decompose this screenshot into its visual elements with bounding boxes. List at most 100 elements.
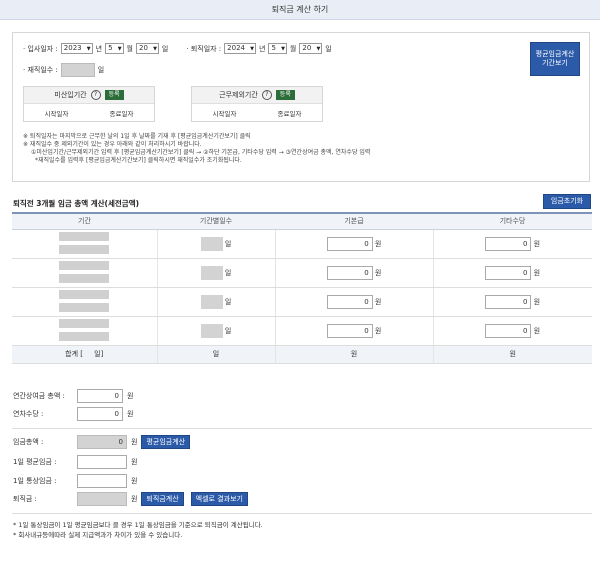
base-cell: 0 원 — [274, 229, 433, 259]
probation-start-label: 시작일자 — [44, 110, 69, 118]
days-cell: 일 — [156, 258, 275, 288]
exit-date-label: · 퇴직일자 : — [186, 44, 222, 53]
avg-wage-period-button[interactable]: 평균임금계산 기간보기 — [530, 42, 580, 76]
avg-wage-calc-button[interactable]: 평균임금계산 — [141, 435, 191, 449]
won-unit: 원 — [127, 410, 134, 418]
total-label: 합계 [ — [65, 350, 84, 358]
days-input[interactable] — [200, 323, 223, 338]
won-unit: 원 — [127, 392, 134, 400]
annual-leave-input[interactable]: 0 — [77, 407, 123, 421]
wage-total-label: 임금총액 : — [13, 438, 44, 446]
total-base-unit: 원 — [350, 350, 358, 358]
probation-columns: 시작일자 종료일자 — [24, 103, 154, 123]
day-unit: 일 — [161, 44, 169, 53]
table-header-row: 기간 기간별일수 기본급 기타수당 — [12, 212, 592, 230]
other-allowance-input[interactable]: 0 — [485, 265, 532, 280]
base-pay-input[interactable]: 0 — [326, 294, 373, 309]
other-cell: 0 원 — [432, 316, 592, 346]
help-icon[interactable]: ? — [261, 90, 272, 100]
month-unit: 월 — [126, 44, 133, 53]
redacted-date — [59, 231, 110, 241]
help-icon[interactable]: ? — [90, 90, 101, 100]
note-line: ※ 재직일수 중 제외기간이 있는 경우 아래와 같이 처리하시기 바랍니다. — [23, 141, 202, 148]
period-cell — [12, 316, 157, 346]
date-row: · 입사일자 : 2023 년 5 월 20 일 · 퇴직일자 : 2024 년… — [23, 43, 332, 54]
excel-result-button[interactable]: 엑셀로 결과보기 — [190, 492, 248, 506]
divider — [12, 428, 592, 429]
annual-leave-label: 연차수당 : — [13, 410, 44, 418]
base-cell: 0 원 — [274, 287, 433, 317]
wage-total-input[interactable]: 0 — [77, 435, 127, 449]
base-pay-input[interactable]: 0 — [326, 265, 373, 280]
excluded-title: 근무제외기간 — [219, 91, 258, 99]
page-header: 퇴직금 계산 하기 — [0, 0, 600, 20]
probation-header: 미산입기간 ? 등록 — [24, 87, 154, 103]
period-cell — [12, 258, 157, 288]
won-unit: 원 — [533, 297, 541, 306]
divider — [12, 513, 592, 514]
service-days-input[interactable] — [60, 63, 95, 77]
date-input-panel: · 입사일자 : 2023 년 5 월 20 일 · 퇴직일자 : 2024 년… — [12, 32, 590, 182]
daily-ordinary-input[interactable] — [77, 474, 127, 488]
other-allowance-input[interactable]: 0 — [485, 294, 532, 309]
footnote-line: * 회사내규등에따라 실제 지급액과가 차이가 있을 수 있습니다. — [13, 531, 183, 539]
total-row: 합계 [ 일] 일 원 원 — [12, 345, 592, 364]
other-allowance-input[interactable]: 0 — [485, 323, 532, 338]
probation-register-button[interactable]: 등록 — [104, 90, 124, 100]
total-other-cell: 원 — [432, 345, 592, 364]
col-header-other: 기타수당 — [433, 212, 592, 230]
entry-day-select[interactable]: 20 — [136, 43, 159, 54]
probation-end-label: 종료일자 — [109, 110, 134, 118]
other-cell: 0 원 — [432, 229, 592, 259]
total-days-cell: 일 — [156, 345, 275, 364]
redacted-date — [59, 244, 110, 254]
days-cell: 일 — [156, 316, 275, 346]
excluded-start-label: 시작일자 — [212, 110, 237, 118]
daily-avg-label: 1일 평균임금 : — [13, 458, 57, 466]
total-base-cell: 원 — [274, 345, 433, 364]
note-line: ①미산입기간/근무제외기간 입력 후 [평균임금계산기간보기] 클릭 → ②하단… — [31, 149, 371, 156]
table-row: 일 0 원 0 원 — [12, 287, 592, 317]
entry-year-select[interactable]: 2023 — [60, 43, 93, 54]
table-row: 일 0 원 0 원 — [12, 316, 592, 346]
days-input[interactable] — [200, 294, 223, 309]
base-pay-input[interactable]: 0 — [326, 236, 373, 251]
days-cell: 일 — [156, 287, 275, 317]
other-allowance-input[interactable]: 0 — [485, 236, 532, 251]
exit-year-select[interactable]: 2024 — [224, 43, 256, 54]
severance-calc-button[interactable]: 퇴직금계산 — [141, 492, 184, 506]
other-cell: 0 원 — [432, 287, 592, 317]
wage-reset-button[interactable]: 임금초기화 — [543, 194, 591, 209]
daily-avg-input[interactable] — [77, 455, 127, 469]
total-other-unit: 원 — [509, 350, 516, 358]
days-input[interactable] — [200, 236, 223, 251]
service-days-row: · 재직일수 : 일 — [23, 63, 104, 77]
won-unit: 원 — [374, 239, 382, 248]
base-cell: 0 원 — [274, 316, 433, 346]
base-cell: 0 원 — [274, 258, 433, 288]
wage-total-row: 임금총액 : 0 원 평균임금계산 — [13, 435, 191, 449]
bonus-label: 연간상여금 총액 : — [13, 392, 65, 400]
bonus-input[interactable]: 0 — [77, 389, 123, 403]
won-unit: 원 — [374, 268, 382, 277]
base-pay-input[interactable]: 0 — [326, 323, 373, 338]
redacted-date — [59, 302, 110, 312]
won-unit: 원 — [533, 326, 541, 335]
day-unit: 일 — [224, 297, 232, 306]
year-unit: 년 — [95, 44, 103, 53]
avg-wage-period-button-label: 평균임금계산 기간보기 — [535, 50, 575, 67]
total-label-end: 일] — [94, 350, 104, 358]
exit-month-select[interactable]: 5 — [268, 43, 287, 54]
days-input[interactable] — [200, 265, 223, 280]
excluded-end-label: 종료일자 — [277, 110, 302, 118]
page-title: 퇴직금 계산 하기 — [271, 5, 329, 14]
excluded-register-button[interactable]: 등록 — [275, 90, 295, 100]
service-days-unit: 일 — [97, 66, 105, 74]
entry-month-select[interactable]: 5 — [105, 43, 124, 54]
won-unit: 원 — [131, 477, 138, 485]
excluded-header: 근무제외기간 ? 등록 — [192, 87, 322, 103]
severance-input[interactable] — [77, 492, 127, 506]
exit-day-select[interactable]: 20 — [299, 43, 323, 54]
entry-date-label: · 입사일자 : — [23, 44, 58, 53]
day-unit: 일 — [325, 44, 332, 53]
